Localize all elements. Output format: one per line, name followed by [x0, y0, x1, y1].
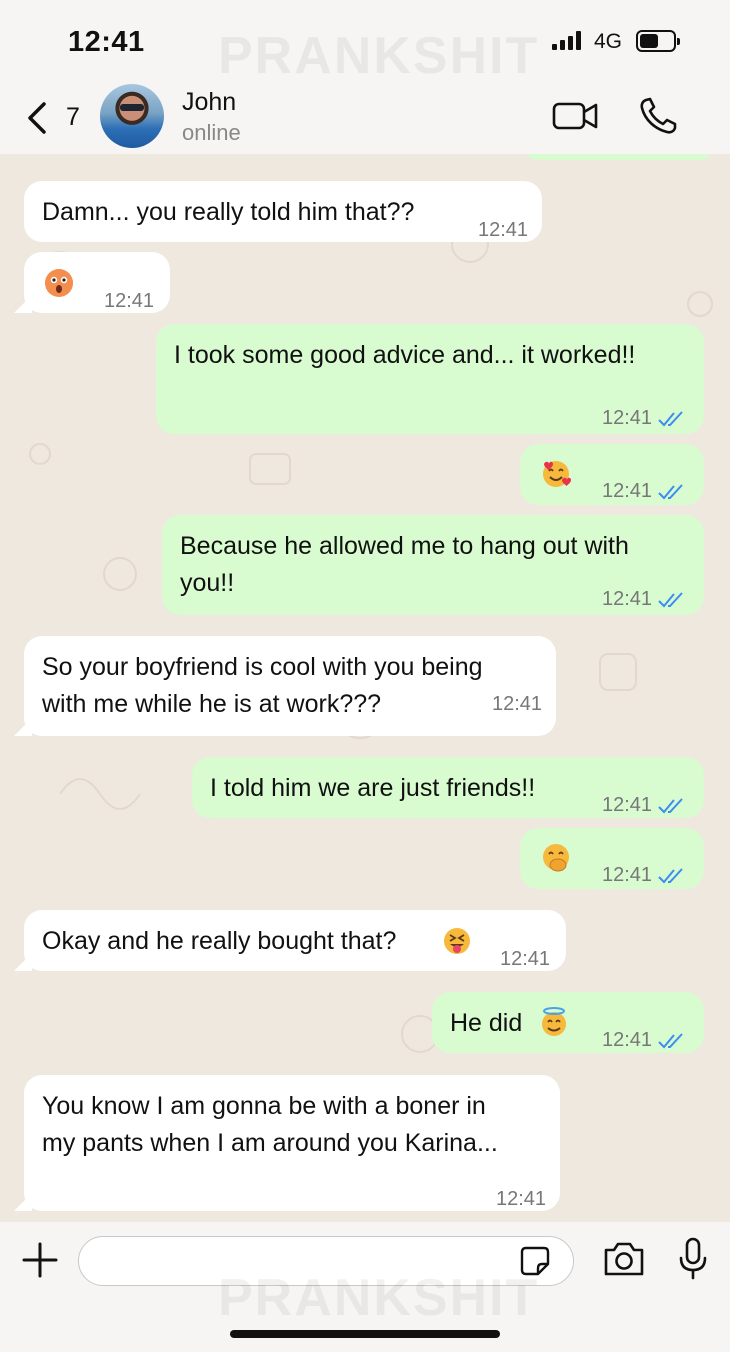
message-text: You know I am gonna be with a boner in m… — [42, 1088, 498, 1162]
contact-name[interactable]: John — [182, 88, 236, 117]
plus-icon[interactable] — [20, 1240, 60, 1280]
message-bubble-outgoing[interactable]: He did 12:41 — [432, 992, 704, 1053]
video-call-icon[interactable] — [552, 96, 600, 136]
message-bubble-outgoing[interactable]: 12:41 — [520, 444, 704, 505]
message-time: 12:41 — [602, 588, 653, 610]
message-bubble-outgoing[interactable]: I took some good advice and... it worked… — [156, 324, 704, 434]
read-ticks-icon — [658, 483, 683, 499]
watermark-bottom: PRANKSHIT — [218, 1269, 540, 1327]
message-line: with me while he is at work??? — [42, 690, 382, 718]
watermark-top: PRANKSHIT — [218, 27, 540, 85]
status-time: 12:41 — [68, 26, 145, 58]
message-bubble-incoming[interactable]: Okay and he really bought that? 12:41 — [14, 910, 566, 971]
message-time: 12:41 — [478, 219, 529, 241]
message-bubble-outgoing[interactable]: Because he allowed me to hang out with y… — [162, 515, 704, 615]
message-line: Because he allowed me to hang out with — [180, 532, 629, 560]
message-time: 12:41 — [104, 290, 155, 312]
face-with-hand-over-mouth-icon — [543, 844, 569, 872]
message-line: So your boyfriend is cool with you being — [42, 653, 483, 681]
message-bubble-incoming[interactable]: So your boyfriend is cool with you being… — [14, 636, 556, 736]
message-text: I told him we are just friends!! — [210, 774, 536, 802]
signal-icon — [552, 30, 581, 50]
message-line: my pants when I am around you Karina... — [42, 1129, 498, 1157]
message-bubble-incoming[interactable]: Damn... you really told him that?? 12:41 — [24, 181, 542, 242]
message-bubble-incoming[interactable]: 12:41 — [14, 252, 170, 313]
message-text: So your boyfriend is cool with you being… — [42, 649, 483, 723]
message-time: 12:41 — [602, 864, 653, 886]
chat-area[interactable]: Damn... you really told him that?? 12:41… — [0, 154, 730, 1222]
read-ticks-icon — [658, 867, 683, 883]
status-bar: 12:41 PRANKSHIT 4G — [0, 0, 730, 85]
message-text: He did — [450, 1009, 523, 1037]
voice-call-icon[interactable] — [638, 96, 680, 136]
message-time: 12:41 — [500, 948, 551, 970]
message-text: I took some good advice and... it worked… — [174, 341, 636, 369]
message-bubble-incoming[interactable]: You know I am gonna be with a boner in m… — [14, 1075, 560, 1211]
message-time: 12:41 — [602, 794, 653, 816]
smiling-face-with-hearts-icon — [543, 461, 571, 487]
composer-bar: PRANKSHIT — [0, 1222, 730, 1352]
back-chevron-icon[interactable] — [22, 96, 56, 140]
network-label: 4G — [594, 30, 623, 53]
squinting-face-with-tongue-icon — [444, 928, 470, 954]
read-ticks-icon — [658, 410, 683, 426]
previous-message-edge — [524, 154, 714, 160]
message-line: You know I am gonna be with a boner in — [42, 1092, 486, 1120]
message-time: 12:41 — [602, 1029, 653, 1051]
message-time: 12:41 — [602, 480, 653, 502]
astonished-face-icon — [45, 269, 73, 297]
smiling-face-with-halo-icon — [542, 1007, 566, 1036]
unread-count[interactable]: 7 — [66, 103, 80, 132]
message-text: Damn... you really told him that?? — [42, 198, 415, 226]
read-ticks-icon — [658, 591, 683, 607]
contact-status: online — [182, 120, 241, 145]
message-text-span: Okay and he really bought that? — [42, 927, 397, 955]
message-bubble-outgoing[interactable]: I told him we are just friends!! 12:41 — [192, 757, 704, 818]
message-line: you!! — [180, 569, 235, 597]
camera-icon[interactable] — [602, 1240, 646, 1278]
message-time: 12:41 — [492, 693, 543, 715]
battery-icon — [636, 30, 680, 52]
message-text: Okay and he really bought that? — [42, 923, 396, 960]
message-time: 12:41 — [496, 1188, 547, 1210]
read-ticks-icon — [658, 1032, 683, 1048]
message-time: 12:41 — [602, 407, 653, 429]
message-text: Because he allowed me to hang out with y… — [180, 528, 629, 602]
microphone-icon[interactable] — [676, 1236, 710, 1284]
home-indicator — [230, 1330, 500, 1338]
chat-header: 7 John online — [0, 82, 730, 154]
message-bubble-outgoing[interactable]: 12:41 — [520, 828, 704, 889]
read-ticks-icon — [658, 797, 683, 813]
avatar[interactable] — [100, 84, 164, 148]
